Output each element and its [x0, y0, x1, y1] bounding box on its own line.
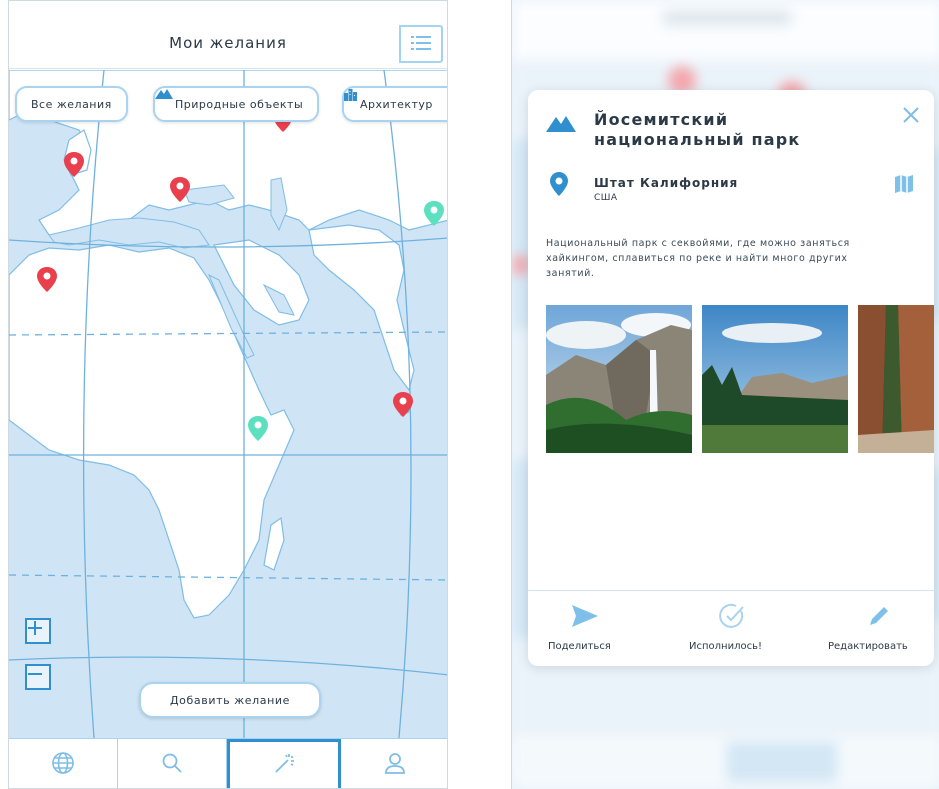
header: Мои желания: [9, 1, 447, 738]
pencil-icon: [868, 605, 890, 631]
search-icon: [161, 752, 183, 778]
nav-search[interactable]: [118, 739, 227, 788]
user-icon: [384, 751, 406, 779]
magic-wand-icon: [271, 751, 297, 781]
list-icon: [411, 35, 431, 54]
photo-waterfall[interactable]: [546, 305, 692, 453]
send-icon: [572, 605, 598, 631]
wish-detail-card: Йосемитский национальный парк Штат Калиф…: [528, 90, 934, 666]
mountain-icon: [546, 114, 576, 136]
edit-label: Редактировать: [828, 641, 908, 652]
globe-icon: [51, 751, 75, 779]
nav-wishes[interactable]: [227, 739, 341, 788]
list-view-toggle[interactable]: [399, 25, 443, 63]
detail-screen: Йосемитский национальный парк Штат Калиф…: [511, 0, 939, 789]
filter-all[interactable]: Все желания: [15, 86, 128, 122]
filter-nature-label: Природные объекты: [175, 97, 304, 111]
bottom-nav: [9, 738, 447, 788]
page-title: Мои желания: [169, 34, 287, 52]
zoom-in-button[interactable]: [25, 618, 51, 644]
map-icon[interactable]: [894, 174, 914, 198]
check-circle-icon: [719, 603, 745, 633]
nav-profile[interactable]: [341, 739, 447, 788]
location-region: Штат Калифорния: [594, 176, 739, 190]
filter-architecture-label: Архитектур: [360, 97, 433, 111]
add-wish-label: Добавить желание: [169, 693, 291, 707]
location-pin-icon: [550, 172, 568, 200]
map-drawing: [9, 70, 447, 738]
place-description: Национальный парк с секвойями, где можно…: [546, 238, 850, 279]
photo-valley[interactable]: [702, 305, 848, 453]
map-screen: Мои желания Все желания Природные объект…: [8, 0, 448, 789]
zoom-out-button[interactable]: [25, 664, 51, 690]
location-country: США: [594, 193, 618, 203]
done-label: Исполнилось!: [689, 641, 762, 652]
filter-nature[interactable]: Природные объекты: [153, 86, 320, 122]
world-map[interactable]: Все желания Природные объекты Архитектур: [9, 70, 447, 738]
add-wish-button[interactable]: Добавить желание: [139, 682, 321, 718]
share-label: Поделиться: [548, 641, 611, 652]
photo-sequoia[interactable]: [858, 305, 934, 453]
card-actions: Поделиться Исполнилось! Редактировать: [528, 590, 934, 666]
nav-globe[interactable]: [9, 739, 118, 788]
close-icon[interactable]: [902, 106, 920, 128]
place-title: Йосемитский национальный парк: [594, 110, 801, 149]
filter-all-label: Все желания: [31, 97, 112, 111]
filter-architecture[interactable]: Архитектур: [342, 86, 447, 122]
